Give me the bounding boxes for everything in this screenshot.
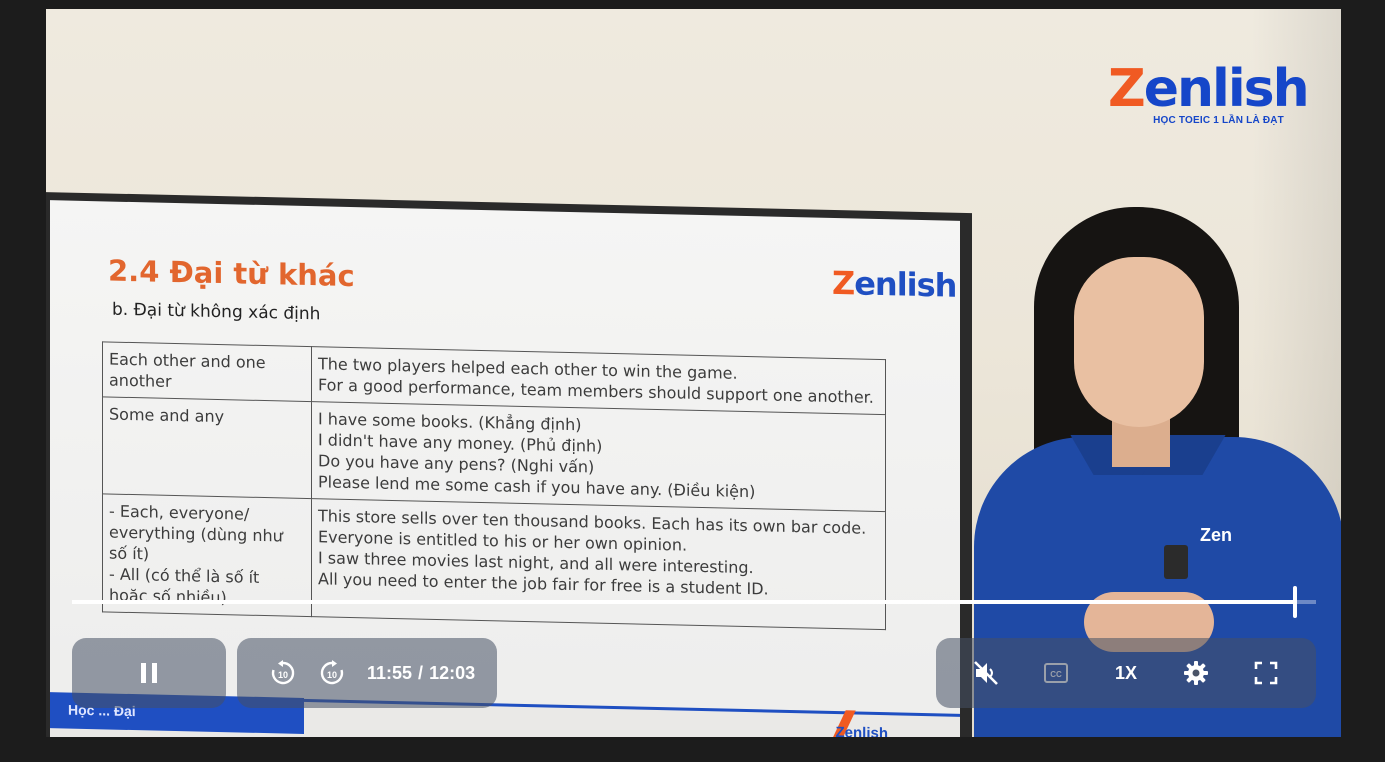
fullscreen-button[interactable] bbox=[1246, 638, 1286, 708]
settings-control-group: CC 1X bbox=[936, 638, 1316, 708]
brand-logo: Zenlish HỌC TOEIC 1 LẦN LÀ ĐẠT bbox=[1108, 61, 1318, 126]
slide-subtitle: b. Đại từ không xác định bbox=[112, 299, 321, 325]
current-time: 11:55 bbox=[367, 662, 413, 683]
brand-logo-text: Zenlish bbox=[1108, 59, 1310, 119]
pronoun-examples: I have some books. (Khẳng định) I didn't … bbox=[311, 401, 886, 512]
presenter-face bbox=[1074, 257, 1204, 427]
video-player[interactable]: Zenlish HỌC TOEIC 1 LẦN LÀ ĐẠT 2.4 Đại t… bbox=[46, 9, 1341, 737]
pronoun-table: Each other and one another The two players… bbox=[102, 341, 886, 630]
table-row: - Each, everyone/everything (dùng như số … bbox=[102, 493, 886, 630]
duration: 12:03 bbox=[429, 662, 476, 683]
rewind-10-icon: 10 bbox=[271, 660, 295, 685]
gear-icon bbox=[1184, 661, 1208, 685]
rewind-10-button[interactable]: 10 bbox=[263, 638, 303, 708]
pause-button[interactable] bbox=[72, 638, 226, 708]
slide-footer-logo: Zenlish bbox=[835, 724, 888, 737]
svg-text:CC: CC bbox=[1050, 670, 1062, 679]
pronoun-examples: This store sells over ten thousand books… bbox=[311, 498, 886, 630]
forward-10-icon: 10 bbox=[320, 660, 344, 685]
shirt-logo: Zen bbox=[1200, 525, 1233, 545]
table-row: Some and any I have some books. (Khẳng đị… bbox=[102, 396, 886, 512]
seek-bar-played bbox=[72, 600, 1295, 604]
volume-muted-icon bbox=[974, 661, 998, 685]
pronoun-term: Some and any bbox=[102, 396, 312, 499]
slide-logo: Zenlish bbox=[832, 263, 957, 305]
play-control-group bbox=[72, 638, 226, 708]
pronoun-term: Each other and one another bbox=[102, 341, 312, 402]
lapel-mic bbox=[1164, 545, 1188, 579]
pause-icon bbox=[141, 663, 157, 683]
svg-text:10: 10 bbox=[278, 670, 288, 680]
svg-text:10: 10 bbox=[327, 670, 337, 680]
pronoun-term: - Each, everyone/everything (dùng như số … bbox=[102, 493, 312, 617]
seek-control-group: 10 10 11:55 / 12:03 bbox=[237, 638, 497, 708]
fullscreen-icon bbox=[1254, 661, 1278, 685]
closed-captions-icon: CC bbox=[1044, 663, 1068, 683]
settings-button[interactable] bbox=[1176, 638, 1216, 708]
captions-button[interactable]: CC bbox=[1036, 638, 1076, 708]
seek-bar-thumb[interactable] bbox=[1292, 586, 1297, 618]
term-line: hoặc số nhiều) bbox=[109, 585, 227, 608]
playback-speed-label: 1X bbox=[1114, 662, 1138, 683]
term-line: another bbox=[109, 370, 172, 391]
playback-speed-button[interactable]: 1X bbox=[1104, 638, 1148, 708]
forward-10-button[interactable]: 10 bbox=[312, 638, 352, 708]
slide-title: 2.4 Đại từ khác bbox=[108, 253, 355, 294]
time-separator: / bbox=[418, 662, 424, 683]
seek-bar[interactable] bbox=[72, 586, 1316, 618]
time-display: 11:55 / 12:03 bbox=[367, 638, 475, 708]
term-line: Some and any bbox=[109, 404, 225, 427]
mute-button[interactable] bbox=[966, 638, 1006, 708]
